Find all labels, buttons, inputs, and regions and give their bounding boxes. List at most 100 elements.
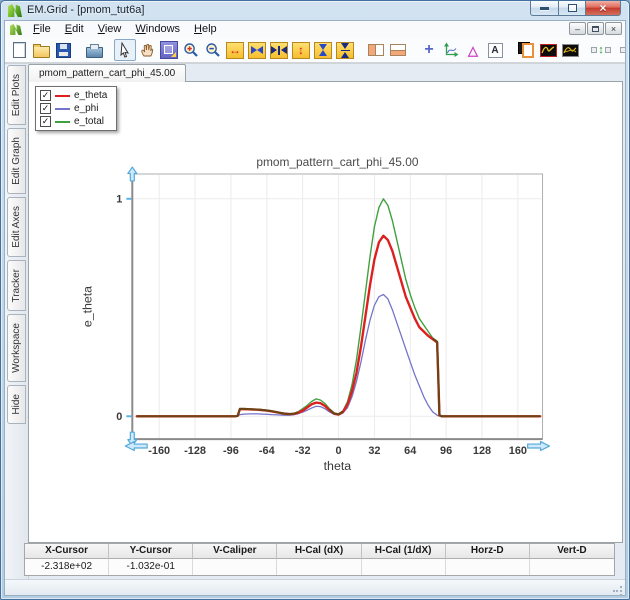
readout-header: Vert-D <box>530 544 614 559</box>
axes-tool-icon <box>443 42 459 58</box>
svg-text:-32: -32 <box>295 445 311 457</box>
crosshair-button[interactable]: + <box>418 39 440 61</box>
zoom-window-icon <box>160 41 178 59</box>
legend-checkbox-e_total[interactable]: ✓ <box>40 116 51 127</box>
svg-text:64: 64 <box>404 445 416 457</box>
menu-file[interactable]: File <box>26 22 58 37</box>
legend-line-swatch <box>55 121 70 123</box>
arrange-vertical-button[interactable]: ↕ <box>590 39 612 61</box>
mdi-minimize-button[interactable]: – <box>569 22 586 35</box>
legend-checkbox-e_theta[interactable]: ✓ <box>40 90 51 101</box>
expand-y-button[interactable]: ↕ <box>290 39 312 61</box>
menu-windows[interactable]: Windows <box>128 22 187 37</box>
plot-legend: ✓e_theta✓e_phi✓e_total <box>35 86 117 131</box>
readout-header: Horz-D <box>446 544 530 559</box>
chart[interactable]: 01-160-128-96-64-320326496128160pmom_pat… <box>29 82 622 542</box>
window-title: EM.Grid - [pmom_tut6a] <box>27 4 144 16</box>
svg-text:160: 160 <box>509 445 527 457</box>
legend-line-swatch <box>55 108 70 110</box>
readout-header: H-Cal (dX) <box>277 544 361 559</box>
pan-hand-icon <box>139 42 155 58</box>
sidebar-tab-label: Workspace <box>11 323 22 373</box>
open-file-button[interactable] <box>30 39 52 61</box>
readout-value <box>362 559 446 575</box>
pointer-tool-button[interactable] <box>114 39 136 61</box>
text-tool-button[interactable]: A <box>484 39 506 61</box>
sidebar-tab-edit-plots[interactable]: Edit Plots <box>7 65 26 125</box>
shrink-y-button[interactable] <box>312 39 334 61</box>
zoom-out-button[interactable] <box>202 39 224 61</box>
open-file-icon <box>33 43 50 58</box>
split-vertical-button[interactable] <box>365 39 387 61</box>
shrink-x-icon <box>248 42 266 59</box>
plot-style-icon <box>540 44 557 57</box>
mdi-document-icon[interactable] <box>10 24 22 35</box>
legend-checkbox-e_phi[interactable]: ✓ <box>40 103 51 114</box>
menu-help[interactable]: Help <box>187 22 224 37</box>
mdi-close-button[interactable]: × <box>605 22 622 35</box>
readout-header-row: X-CursorY-CursorV-CaliperH-Cal (dX)H-Cal… <box>25 544 614 559</box>
split-horizontal-icon <box>390 44 406 56</box>
center-x-button[interactable] <box>268 39 290 61</box>
sidebar-tab-hide[interactable]: Hide <box>7 385 26 424</box>
minimize-button[interactable] <box>530 1 559 16</box>
plot-panel: 01-160-128-96-64-320326496128160pmom_pat… <box>28 81 623 543</box>
svg-text:96: 96 <box>440 445 452 457</box>
document-tab[interactable]: pmom_pattern_cart_phi_45.00 <box>28 64 186 82</box>
layers-button[interactable] <box>515 39 537 61</box>
client-area: FileEditViewWindowsHelp – × ↔↕+△A↕↔Layou… <box>4 20 626 596</box>
resize-grip[interactable] <box>613 583 622 592</box>
svg-text:32: 32 <box>368 445 380 457</box>
sidebar-tab-edit-axes[interactable]: Edit Axes <box>7 197 26 257</box>
sidebar-tab-label: Tracker <box>11 269 22 303</box>
arrange-horizontal-button[interactable]: ↔ <box>621 39 625 61</box>
readout-value: -1.032e-01 <box>109 559 193 575</box>
center-y-button[interactable] <box>334 39 356 61</box>
sidebar-tab-edit-graph[interactable]: Edit Graph <box>7 128 26 194</box>
save-icon <box>56 43 71 58</box>
print-button[interactable] <box>83 39 105 61</box>
layers-icon <box>518 42 534 58</box>
svg-text:-160: -160 <box>148 445 170 457</box>
split-horizontal-button[interactable] <box>387 39 409 61</box>
cursor-readout-table: X-CursorY-CursorV-CaliperH-Cal (dX)H-Cal… <box>24 543 615 576</box>
plot-style-button[interactable] <box>537 39 559 61</box>
title-bar[interactable]: EM.Grid - [pmom_tut6a] × <box>1 1 629 20</box>
work-area: Edit Plots Edit Graph Edit Axes Tracker Work… <box>5 63 625 595</box>
menu-edit[interactable]: Edit <box>58 22 91 37</box>
multi-plot-icon <box>562 44 579 57</box>
caliper-button[interactable]: △ <box>462 39 484 61</box>
new-file-button[interactable] <box>8 39 30 61</box>
axes-tool-button[interactable] <box>440 39 462 61</box>
legend-label: e_total <box>74 116 104 127</box>
expand-x-button[interactable]: ↔ <box>224 39 246 61</box>
multi-plot-button[interactable] <box>559 39 581 61</box>
menu-items: FileEditViewWindowsHelp <box>26 22 224 37</box>
sidebar-tab-workspace[interactable]: Workspace <box>7 314 26 382</box>
crosshair-icon: + <box>424 42 433 58</box>
arrange-horizontal-icon: ↔ <box>620 45 626 56</box>
readout-value-row: -2.318e+02-1.032e-01 <box>25 559 614 575</box>
svg-text:0: 0 <box>116 411 122 423</box>
close-button[interactable]: × <box>586 1 621 16</box>
maximize-button[interactable] <box>559 1 586 16</box>
app-icon <box>8 4 22 17</box>
mdi-buttons: – × <box>569 22 622 35</box>
sidebar-tab-tracker[interactable]: Tracker <box>7 260 26 312</box>
shrink-y-icon <box>314 42 332 59</box>
legend-row-e_total: ✓ e_total <box>40 116 107 127</box>
zoom-in-button[interactable] <box>180 39 202 61</box>
shrink-x-button[interactable] <box>246 39 268 61</box>
pan-hand-button[interactable] <box>136 39 158 61</box>
svg-text:1: 1 <box>116 194 122 206</box>
menu-bar: FileEditViewWindowsHelp – × <box>5 21 625 38</box>
mdi-restore-button[interactable] <box>587 22 604 35</box>
menu-view[interactable]: View <box>91 22 129 37</box>
status-bar <box>5 579 625 595</box>
sidebar-tab-label: Hide <box>11 394 22 415</box>
legend-label: e_theta <box>74 90 107 101</box>
zoom-window-button[interactable] <box>158 39 180 61</box>
readout-header: V-Caliper <box>193 544 277 559</box>
save-button[interactable] <box>52 39 74 61</box>
new-file-icon <box>13 42 26 58</box>
